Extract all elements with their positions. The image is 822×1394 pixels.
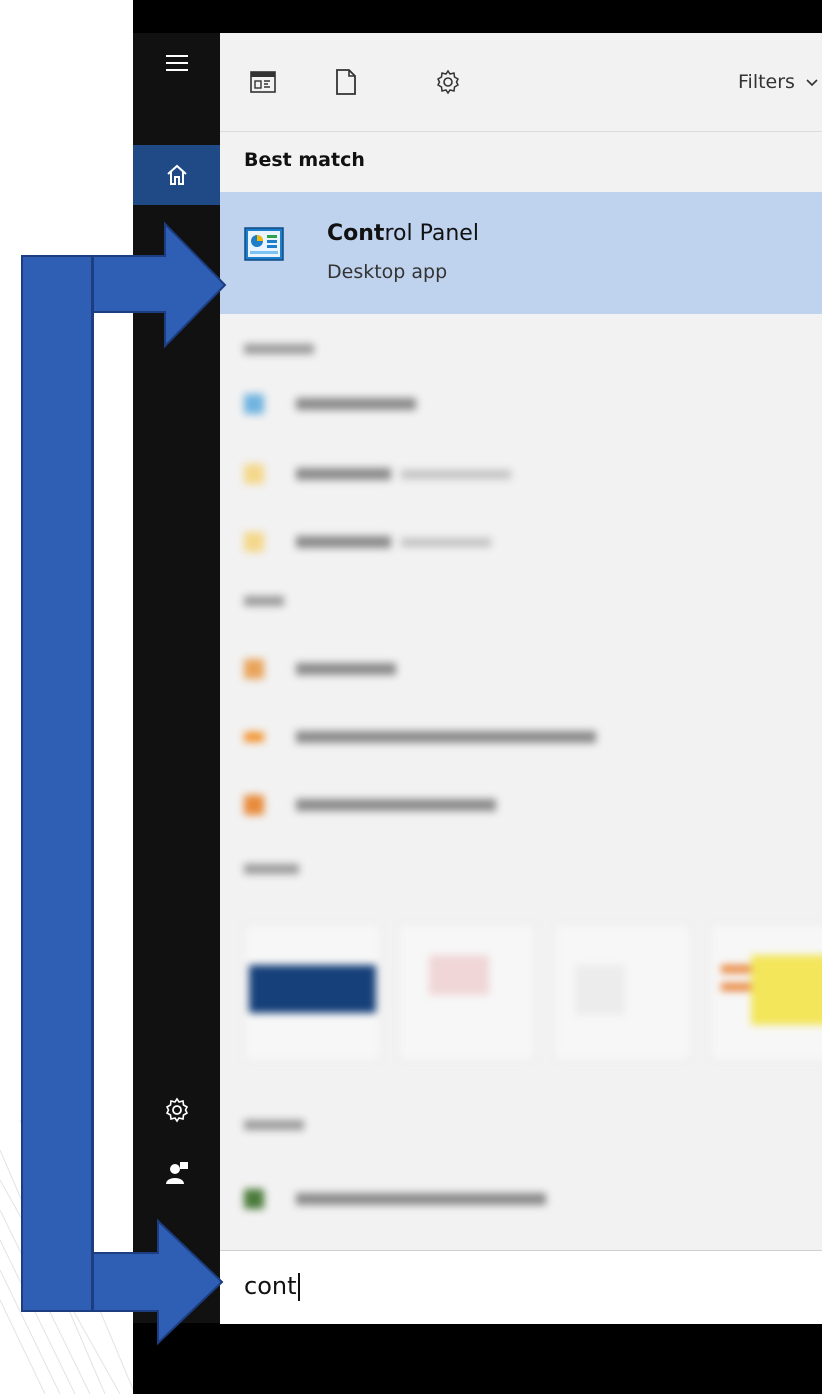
hamburger-menu-icon — [165, 55, 188, 71]
text-caret — [297, 1273, 300, 1301]
list-item[interactable] — [244, 1184, 546, 1214]
start-icon — [166, 1281, 187, 1301]
result-title-rest: rol Panel — [384, 221, 479, 246]
section-header-placeholder — [244, 1120, 304, 1130]
start-sidebar — [133, 33, 220, 1323]
result-title-match: Cont — [327, 221, 385, 246]
background-decoration — [0, 1119, 135, 1394]
settings-gear-icon — [165, 1097, 188, 1123]
user-account-button[interactable] — [133, 1143, 220, 1203]
chevron-down-icon — [806, 78, 818, 86]
list-item[interactable] — [244, 459, 511, 489]
best-match-result[interactable]: Control Panel Desktop app — [220, 192, 822, 314]
photo-thumbnail[interactable] — [710, 924, 822, 1061]
list-item[interactable] — [244, 527, 491, 557]
search-query-text: cont — [244, 1272, 297, 1300]
control-panel-icon — [244, 227, 284, 261]
apps-filter-button[interactable] — [248, 67, 278, 97]
list-item[interactable] — [244, 790, 496, 820]
home-button[interactable] — [133, 145, 220, 205]
result-title: Control Panel — [327, 221, 479, 246]
hamburger-menu-button[interactable] — [133, 33, 220, 93]
filters-dropdown[interactable]: Filters — [738, 71, 819, 93]
home-icon — [166, 164, 187, 185]
search-results-panel: Filters Best match Control Panel Desktop… — [220, 33, 822, 1323]
list-item[interactable] — [244, 654, 396, 684]
section-header-placeholder — [244, 596, 284, 606]
window-top-bar — [133, 0, 822, 33]
list-item[interactable] — [244, 722, 596, 752]
start-button[interactable] — [133, 1259, 220, 1323]
best-match-header: Best match — [244, 149, 365, 171]
settings-button[interactable] — [133, 1080, 220, 1140]
documents-filter-button[interactable] — [331, 67, 361, 97]
settings-filter-button[interactable] — [433, 67, 463, 97]
search-toolbar: Filters — [220, 33, 822, 132]
blurred-results — [220, 314, 822, 1214]
search-box[interactable]: cont — [220, 1250, 822, 1324]
photo-thumbnail[interactable] — [554, 924, 691, 1061]
photo-thumbnail[interactable] — [398, 924, 535, 1061]
settings-gear-icon — [437, 69, 459, 95]
apps-icon — [250, 71, 276, 93]
user-icon — [165, 1162, 188, 1184]
result-subtitle: Desktop app — [327, 261, 448, 283]
search-input[interactable]: cont — [244, 1272, 300, 1301]
list-item[interactable] — [244, 389, 416, 419]
filters-label: Filters — [738, 71, 795, 93]
taskbar — [133, 1323, 822, 1394]
document-icon — [336, 69, 356, 95]
section-header-placeholder — [244, 344, 314, 354]
photo-thumbnail[interactable] — [244, 924, 381, 1061]
section-header-placeholder — [244, 864, 299, 874]
